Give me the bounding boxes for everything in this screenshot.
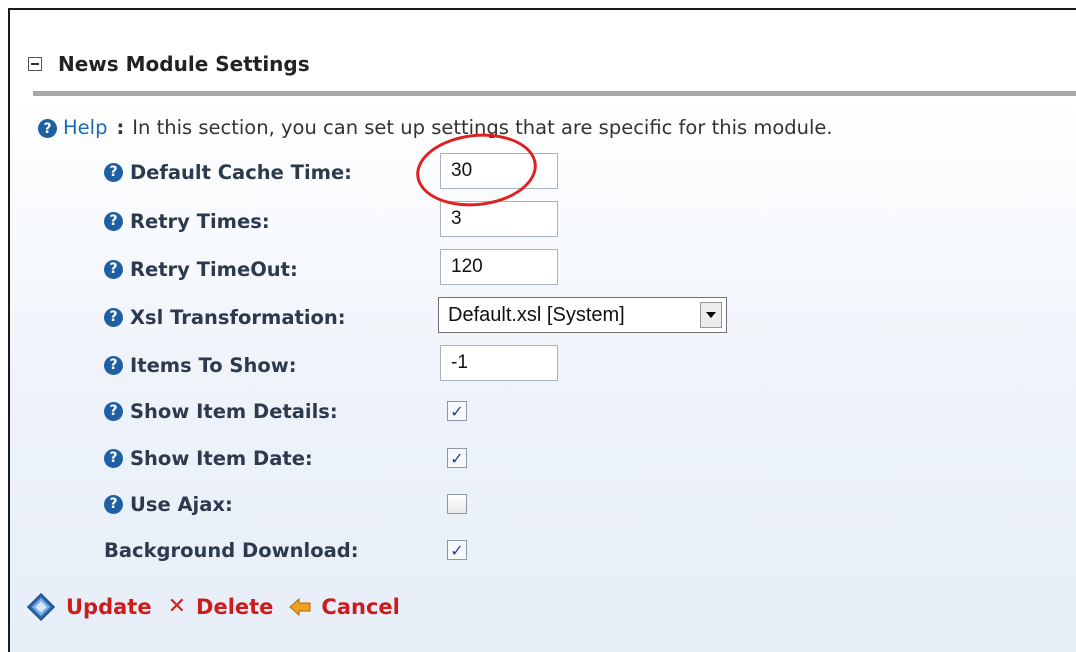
use-ajax-label: Use Ajax: <box>130 492 233 516</box>
xsl-transformation-value: Default.xsl [System] <box>448 303 625 326</box>
background-download-label: Background Download: <box>104 538 359 562</box>
retry-times-label: Retry Times: <box>130 209 270 233</box>
section-header: News Module Settings <box>28 52 310 76</box>
background-download-checkbox[interactable]: ✓ <box>447 540 467 560</box>
help-icon[interactable]: ? <box>104 355 123 375</box>
default-cache-time-label: Default Cache Time: <box>130 160 352 184</box>
xsl-transformation-select[interactable]: Default.xsl [System] <box>438 297 727 333</box>
retry-timeout-input[interactable]: 120 <box>440 249 558 285</box>
chevron-down-icon[interactable] <box>700 302 722 328</box>
help-line: ? Help: In this section, you can set up se… <box>38 116 833 139</box>
collapse-toggle-icon[interactable] <box>28 57 42 71</box>
update-button[interactable]: Update <box>26 592 152 622</box>
help-colon: : <box>116 116 125 139</box>
row-show-item-details: ? Show Item Details: <box>104 391 338 431</box>
help-icon[interactable]: ? <box>104 211 123 231</box>
update-label: Update <box>66 595 152 619</box>
help-link[interactable]: Help <box>63 116 107 139</box>
help-icon[interactable]: ? <box>104 448 123 468</box>
row-background-download: Background Download: <box>104 530 359 570</box>
left-arrow-icon <box>289 597 311 617</box>
section-title: News Module Settings <box>58 52 310 76</box>
items-to-show-input[interactable]: -1 <box>440 345 558 381</box>
show-item-details-label: Show Item Details: <box>130 399 338 423</box>
row-retry-times: ? Retry Times: <box>104 201 270 241</box>
row-items-to-show: ? Items To Show: <box>104 345 297 385</box>
delete-button[interactable]: ✕ Delete <box>168 595 274 619</box>
cancel-button[interactable]: Cancel <box>289 595 400 619</box>
help-icon[interactable]: ? <box>104 401 123 421</box>
show-item-date-label: Show Item Date: <box>130 446 313 470</box>
help-icon[interactable]: ? <box>38 119 57 138</box>
cancel-label: Cancel <box>321 595 400 619</box>
action-bar: Update ✕ Delete Cancel <box>26 592 416 622</box>
x-icon: ✕ <box>167 594 187 619</box>
delete-label: Delete <box>196 595 274 619</box>
items-to-show-label: Items To Show: <box>130 353 297 377</box>
help-icon[interactable]: ? <box>104 307 123 327</box>
row-default-cache-time: ? Default Cache Time: <box>104 152 352 192</box>
retry-times-input[interactable]: 3 <box>440 201 558 237</box>
retry-timeout-label: Retry TimeOut: <box>130 257 298 281</box>
help-icon[interactable]: ? <box>104 162 123 182</box>
xsl-transformation-label: Xsl Transformation: <box>130 305 346 329</box>
help-icon[interactable]: ? <box>104 259 123 279</box>
help-icon[interactable]: ? <box>104 494 123 514</box>
use-ajax-checkbox[interactable] <box>447 494 467 514</box>
update-icon <box>26 592 56 622</box>
section-divider <box>33 91 1076 96</box>
row-use-ajax: ? Use Ajax: <box>104 484 233 524</box>
row-retry-timeout: ? Retry TimeOut: <box>104 249 298 289</box>
show-item-details-checkbox[interactable]: ✓ <box>447 401 467 421</box>
row-xsl-transformation: ? Xsl Transformation: <box>104 297 346 337</box>
show-item-date-checkbox[interactable]: ✓ <box>447 448 467 468</box>
row-show-item-date: ? Show Item Date: <box>104 438 313 478</box>
